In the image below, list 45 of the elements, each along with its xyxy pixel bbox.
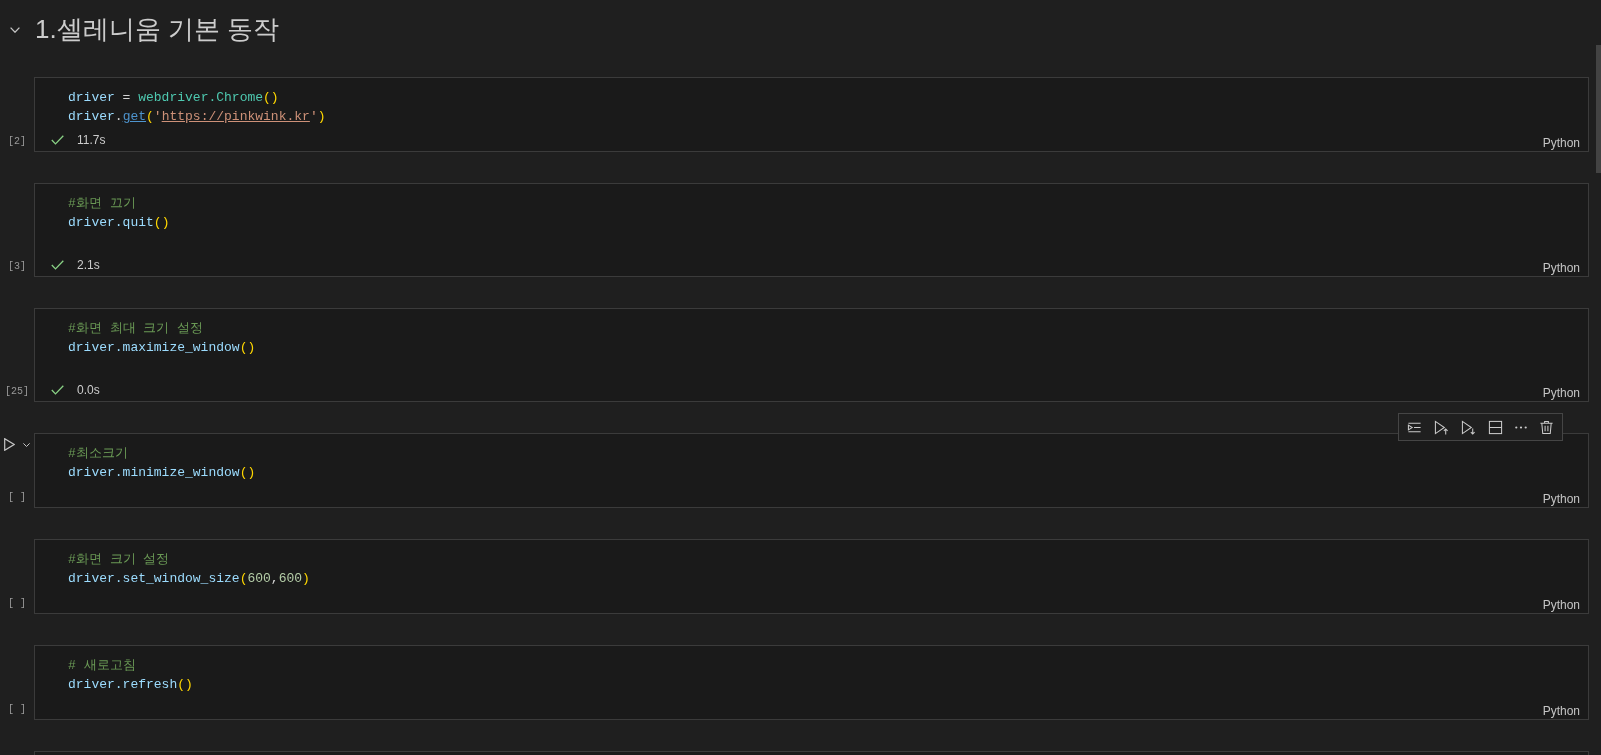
code-line: driver.refresh() xyxy=(68,676,194,694)
execution-count: [3] xyxy=(7,261,27,274)
chevron-icon[interactable] xyxy=(23,442,30,447)
play-up-arrow-icon[interactable] xyxy=(1434,419,1449,435)
code-line: # 새로고침 xyxy=(68,657,137,675)
execution-count: [ ] xyxy=(7,492,27,505)
code-cell[interactable]: # 새로고침 driver.refresh() Python xyxy=(34,645,1589,720)
execution-time: 11.7s xyxy=(77,132,106,148)
code-line: #화면 최대 크기 설정 xyxy=(68,320,205,338)
code-cell[interactable]: #최소크기 driver.minimize_window() Python xyxy=(34,433,1589,508)
execution-count: [25] xyxy=(4,386,30,399)
more-icon[interactable] xyxy=(1515,425,1527,429)
execution-count: [ ] xyxy=(7,704,27,717)
code-cell[interactable]: #화면 크기 설정 driver.set_window_size(600,600) Python xyxy=(34,539,1589,614)
code-cell[interactable]: #화면 끄기 driver.quit() 2.1s Python xyxy=(34,183,1589,277)
code-line: driver.maximize_window() xyxy=(68,339,257,357)
play-down-arrow-icon[interactable] xyxy=(1461,419,1476,435)
play-icon[interactable] xyxy=(4,438,15,451)
code-cell[interactable]: driver = webdriver.Chrome() driver.get('https://pinkwink.kr') 11.7s Python xyxy=(34,77,1589,152)
language-selector[interactable]: Python xyxy=(1542,597,1580,613)
code-line: #최소크기 xyxy=(68,445,129,463)
code-cell[interactable]: #화면 최대 크기 설정 driver.maximize_window() 0.0s Python xyxy=(34,308,1589,402)
code-line: driver.quit() xyxy=(68,214,171,232)
execution-time: 0.0s xyxy=(77,382,100,398)
method-link[interactable]: get xyxy=(122,109,147,124)
trash-icon[interactable] xyxy=(1539,419,1554,435)
code-line: driver.set_window_size(600,600) xyxy=(68,570,311,588)
language-selector[interactable]: Python xyxy=(1542,703,1580,719)
execution-count: [2] xyxy=(7,136,27,149)
language-selector[interactable]: Python xyxy=(1542,135,1580,151)
execution-count: [ ] xyxy=(7,598,27,611)
language-selector[interactable]: Python xyxy=(1542,260,1580,276)
language-selector[interactable]: Python xyxy=(1542,385,1580,401)
section-heading: 1.셀레니움 기본 동작 xyxy=(35,14,280,46)
code-line: driver.get('https://pinkwink.kr') xyxy=(68,108,327,126)
chevron-icon[interactable] xyxy=(10,27,20,33)
url-link[interactable]: https://pinkwink.kr xyxy=(161,109,310,124)
language-selector[interactable]: Python xyxy=(1542,491,1580,507)
split-rectangle-icon[interactable] xyxy=(1488,419,1503,435)
execution-time: 2.1s xyxy=(77,257,100,273)
scrollbar-thumb[interactable] xyxy=(1596,45,1601,173)
code-line: driver = webdriver.Chrome() xyxy=(68,89,280,107)
code-line: #화면 크기 설정 xyxy=(68,551,171,569)
code-line: driver.minimize_window() xyxy=(68,464,257,482)
code-line: #화면 끄기 xyxy=(68,195,137,213)
